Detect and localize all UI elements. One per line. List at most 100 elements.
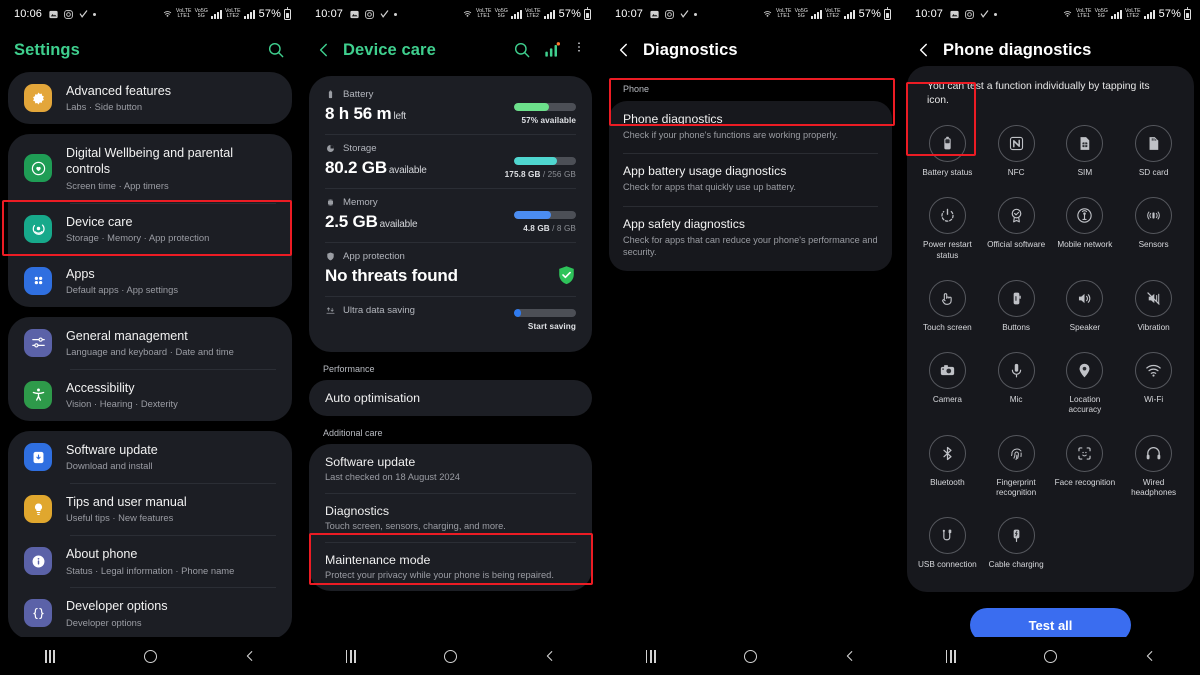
device-care-row-diagnostics[interactable]: Diagnostics Touch screen, sensors, charg…: [309, 493, 592, 542]
progress-bar: [514, 211, 576, 219]
sidebar-item-digital-wellbeing-and-parental-controls[interactable]: Digital Wellbeing and parental controls …: [8, 134, 292, 202]
page-title: Settings: [14, 40, 80, 59]
home-button[interactable]: [128, 637, 172, 675]
test-item-usb-connection[interactable]: USB connection: [913, 512, 982, 576]
settings-group-1: Digital Wellbeing and parental controls …: [8, 134, 292, 307]
test-item-vibration[interactable]: Vibration: [1119, 275, 1188, 339]
test-label: Battery status: [922, 168, 973, 178]
test-label: Bluetooth: [930, 477, 965, 487]
settings-item-title: Tips and user manual: [66, 495, 187, 510]
section-label: Phone: [623, 84, 650, 94]
lte1-label: VoLTE LTE1: [775, 7, 792, 19]
row-title: Maintenance mode: [325, 553, 431, 567]
test-item-sim[interactable]: SIM: [1051, 120, 1120, 184]
back-icon[interactable]: [315, 41, 333, 59]
test-item-power-restart-status[interactable]: Power restart status: [913, 192, 982, 267]
test-item-official-software[interactable]: Official software: [982, 192, 1051, 267]
test-item-mobile-network[interactable]: Mobile network: [1051, 192, 1120, 267]
back-button[interactable]: [828, 637, 872, 675]
settings-item-title: Advanced features: [66, 84, 172, 98]
device-care-scroll[interactable]: Battery 8 h 56 m left 57% available Stora…: [301, 76, 600, 637]
device-care-item-ultra-data-saving[interactable]: Ultra data saving Start saving: [309, 296, 592, 340]
accessibility-icon: [24, 380, 52, 409]
test-item-bluetooth[interactable]: Bluetooth: [913, 430, 982, 505]
back-button[interactable]: [528, 637, 572, 675]
device-care-item-storage[interactable]: Storage 80.2 GB available 175.8 GB / 256 …: [309, 134, 592, 188]
sidebar-item-software-update[interactable]: Software update Download and install: [8, 431, 292, 483]
settings-list[interactable]: Advanced features Labs · Side button Dig…: [0, 72, 300, 637]
test-item-camera[interactable]: Camera: [913, 347, 982, 422]
back-button[interactable]: [228, 637, 272, 675]
row-subtitle: Check for apps that can reduce your phon…: [623, 234, 878, 258]
recents-button[interactable]: [329, 637, 373, 675]
device-care-item-app-protection[interactable]: App protection No threats found: [309, 242, 592, 296]
sidebar-item-advanced-features[interactable]: Advanced features Labs · Side button: [8, 72, 292, 124]
device-care-row-auto-optimisation[interactable]: Auto optimisation: [309, 380, 592, 416]
recents-button[interactable]: [629, 637, 673, 675]
test-all-button[interactable]: Test all: [970, 608, 1131, 637]
sidebar-item-device-care[interactable]: Device care Storage · Memory · App prote…: [8, 202, 292, 255]
test-item-wired-headphones[interactable]: Wired headphones: [1119, 430, 1188, 505]
device-care-row-software-update[interactable]: Software update Last checked on 18 Augus…: [309, 444, 592, 493]
sidebar-item-about-phone[interactable]: About phone Status · Legal information ·…: [8, 535, 292, 587]
diagnostics-row-app-battery-usage-diagnostics[interactable]: App battery usage diagnostics Check for …: [609, 153, 892, 205]
sidebar-item-developer-options[interactable]: Developer options Developer options: [8, 587, 292, 637]
sidebar-item-tips-and-user-manual[interactable]: Tips and user manual Useful tips · New f…: [8, 483, 292, 535]
search-icon[interactable]: [266, 40, 286, 60]
test-item-location-accuracy[interactable]: Location accuracy: [1051, 347, 1120, 422]
settings-item-subtitle: Useful tips · New features: [66, 512, 174, 524]
recents-button[interactable]: [929, 637, 973, 675]
sidebar-item-general-management[interactable]: General management Language and keyboard…: [8, 317, 292, 369]
back-icon[interactable]: [915, 41, 933, 59]
device-care-row-maintenance-mode[interactable]: Maintenance mode Protect your privacy wh…: [309, 542, 592, 591]
lte1-label: VoLTE LTE1: [1075, 7, 1092, 19]
back-icon[interactable]: [615, 41, 633, 59]
usage-chart-icon[interactable]: [542, 40, 562, 60]
more-options-icon[interactable]: [572, 40, 586, 60]
home-icon: [743, 649, 757, 663]
home-button[interactable]: [1028, 637, 1072, 675]
dot-icon: [93, 12, 97, 16]
test-item-buttons[interactable]: Buttons: [982, 275, 1051, 339]
test-label: Cable charging: [988, 560, 1044, 570]
device-care-item-battery[interactable]: Battery 8 h 56 m left 57% available: [309, 80, 592, 134]
test-item-battery-status[interactable]: Battery status: [913, 120, 982, 184]
battery-percent: 57%: [1158, 8, 1181, 20]
home-button[interactable]: [728, 637, 772, 675]
cable-charging-icon: [997, 517, 1035, 555]
home-button[interactable]: [428, 637, 472, 675]
row-subtitle: Check for apps that quickly use up batte…: [623, 182, 796, 193]
sidebar-item-accessibility[interactable]: Accessibility Vision · Hearing · Dexteri…: [8, 368, 292, 421]
phone-diagnostics-scroll[interactable]: You can test a function individually by …: [901, 66, 1200, 637]
status-label: Battery: [325, 89, 576, 100]
test-label: Wi-Fi: [1144, 395, 1164, 405]
test-item-speaker[interactable]: Speaker: [1051, 275, 1120, 339]
test-item-wi-fi[interactable]: Wi-Fi: [1119, 347, 1188, 422]
diagnostics-row-app-safety-diagnostics[interactable]: App safety diagnostics Check for apps th…: [609, 205, 892, 271]
recents-button[interactable]: [28, 637, 72, 675]
search-icon[interactable]: [512, 40, 532, 60]
status-bar: 10:07 VoLTE LTE1 Vo5G 5G VoLTE LTE2 57%: [901, 0, 1200, 28]
test-item-fingerprint-recognition[interactable]: Fingerprint recognition: [982, 430, 1051, 505]
lte1-label: VoLTE LTE1: [175, 7, 192, 19]
sidebar-item-apps[interactable]: Apps Default apps · App settings: [8, 254, 292, 307]
signal-icon-2: [243, 9, 255, 19]
back-icon: [1143, 649, 1157, 663]
diagnostics-row-phone-diagnostics[interactable]: Phone diagnostics Check if your phone's …: [609, 101, 892, 153]
test-item-mic[interactable]: Mic: [982, 347, 1051, 422]
back-button[interactable]: [1128, 637, 1172, 675]
signal-icon-1: [510, 9, 522, 19]
test-item-sensors[interactable]: Sensors: [1119, 192, 1188, 267]
wifi-icon: [1135, 352, 1173, 390]
device-care-item-memory[interactable]: Memory 2.5 GB available 4.8 GB / 8 GB: [309, 188, 592, 242]
device-care-section-1: Software update Last checked on 18 Augus…: [309, 444, 592, 591]
instagram-icon: [364, 9, 375, 20]
test-item-nfc[interactable]: NFC: [982, 120, 1051, 184]
settings-item-title: Developer options: [66, 599, 168, 614]
row-title: App safety diagnostics: [623, 216, 745, 231]
test-item-cable-charging[interactable]: Cable charging: [982, 512, 1051, 576]
diagnostics-scroll[interactable]: Phone Phone diagnostics Check if your ph…: [601, 84, 900, 637]
test-item-touch-screen[interactable]: Touch screen: [913, 275, 982, 339]
test-item-face-recognition[interactable]: Face recognition: [1051, 430, 1120, 505]
test-item-sd-card[interactable]: SD card: [1119, 120, 1188, 184]
